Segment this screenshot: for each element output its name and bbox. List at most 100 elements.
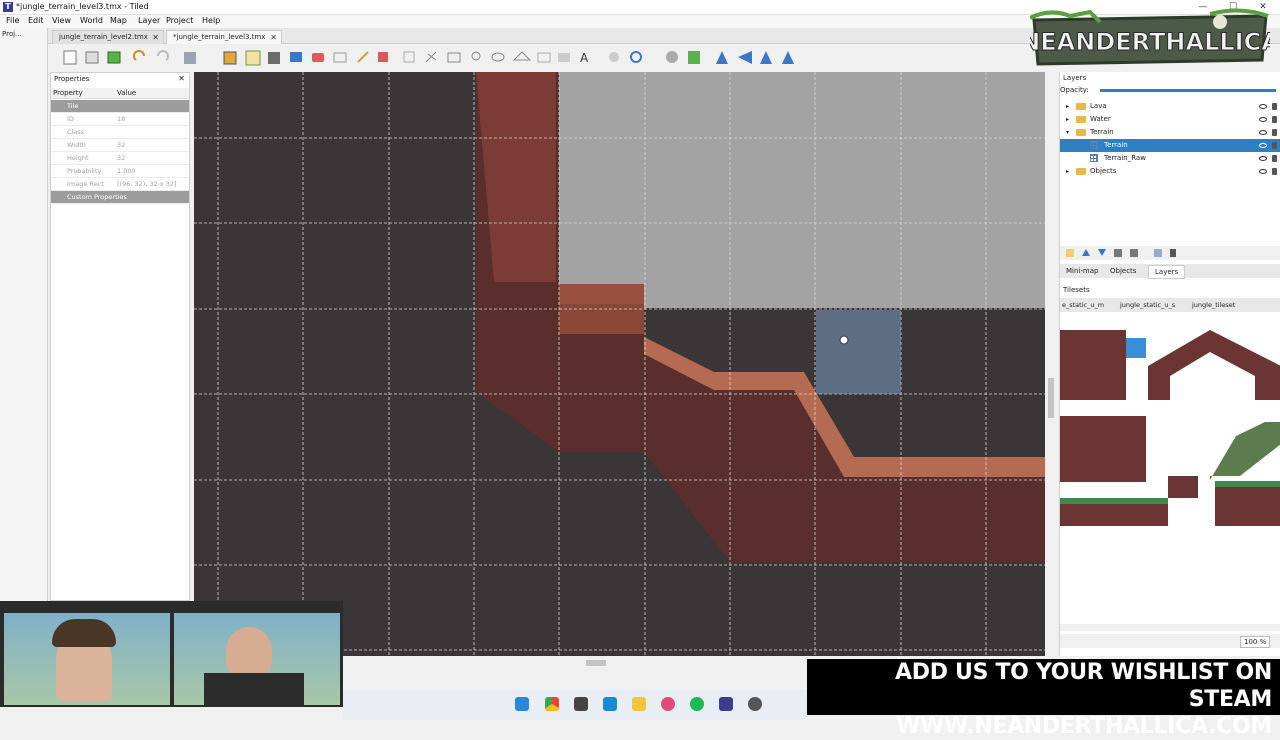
layer-name: Lava <box>1090 102 1107 110</box>
folder-icon <box>1076 129 1086 136</box>
tab-layers[interactable]: Layers <box>1148 265 1186 279</box>
properties-header: Property Value <box>51 88 189 99</box>
eye-icon[interactable] <box>1259 143 1267 148</box>
project-tab[interactable]: Proj... <box>2 30 22 38</box>
slack-icon[interactable] <box>661 697 675 711</box>
steam-banner: ADD US TO YOUR WISHLIST ON STEAM WWW.NEA… <box>807 659 1280 739</box>
banner-line1: ADD US TO YOUR WISHLIST ON STEAM <box>895 660 1272 712</box>
lock-icon[interactable] <box>1272 142 1277 149</box>
svg-text:NEANDERTHALLICA: NEANDERTHALLICA <box>1030 28 1270 56</box>
menu-view[interactable]: View <box>52 16 71 25</box>
layer-row-terrain-raw[interactable]: Terrain_Raw <box>1060 152 1280 165</box>
tileset-hscroll[interactable] <box>1060 624 1280 631</box>
window-title: *jungle_terrain_level3.tmx - Tiled <box>16 2 149 11</box>
tile-layer-icon <box>1090 141 1098 149</box>
tiled-taskbar-icon[interactable] <box>719 697 733 711</box>
tilesets-title: Tilesets <box>1063 286 1090 294</box>
prop-row: Class <box>51 126 189 139</box>
spotify-icon[interactable] <box>690 697 704 711</box>
eye-icon[interactable] <box>1259 130 1267 135</box>
webcam-right <box>174 613 340 705</box>
banner-line2: WWW.NEANDERTHALLICA.COM <box>896 714 1272 739</box>
tab-level2[interactable]: jungle_terrain_level2.tmx ✕ <box>52 30 164 44</box>
col-property: Property <box>53 89 83 97</box>
layer-row-water[interactable]: ▸ Water <box>1060 113 1280 126</box>
file-explorer-icon[interactable] <box>632 697 646 711</box>
layer-row-lava[interactable]: ▸ Lava <box>1060 100 1280 113</box>
tileset-tab[interactable]: e_static_u_m <box>1062 301 1104 309</box>
vertical-scrollbar[interactable] <box>1046 72 1056 656</box>
main-toolbar: A <box>48 46 1056 70</box>
neanderthallica-logo: NEANDERTHALLICA <box>1020 8 1280 70</box>
scroll-thumb[interactable] <box>1048 378 1054 418</box>
col-value: Value <box>117 89 137 97</box>
tileset-tab[interactable]: jungle_static_u_s <box>1120 301 1175 309</box>
skype-icon[interactable] <box>603 697 617 711</box>
layer-row-terrain[interactable]: Terrain <box>1060 139 1280 152</box>
menu-help[interactable]: Help <box>202 16 220 25</box>
layer-actions <box>1060 246 1280 260</box>
tileset-tabs: e_static_u_m jungle_static_u_s jungle_ti… <box>1060 298 1280 312</box>
menu-world[interactable]: World <box>80 16 103 25</box>
tileset-toolbar: 100 % <box>1060 634 1280 648</box>
project-panel <box>0 28 48 601</box>
windows-start-icon[interactable] <box>515 697 529 711</box>
lock-icon[interactable] <box>1272 168 1277 175</box>
tileset-tab[interactable]: jungle_tileset <box>1192 301 1235 309</box>
layer-name: Objects <box>1090 167 1117 175</box>
layers-panel: Layers Opacity: ▸ Lava ▸ Water ▾ Terrain… <box>1059 72 1280 292</box>
tab-label: *jungle_terrain_level3.tmx <box>173 33 266 41</box>
eye-icon[interactable] <box>1259 156 1267 161</box>
menu-layer[interactable]: Layer <box>138 16 160 25</box>
tab-label: jungle_terrain_level2.tmx <box>59 33 148 41</box>
properties-title: Properties <box>54 75 90 83</box>
folder-icon <box>1076 116 1086 123</box>
menu-file[interactable]: File <box>6 16 19 25</box>
tab-minimap[interactable]: Mini-map <box>1066 267 1098 275</box>
group-tile[interactable]: Tile <box>51 100 189 113</box>
prop-row: ID 18 <box>51 113 189 126</box>
taskbar <box>343 689 807 720</box>
layer-name: Terrain <box>1104 141 1128 149</box>
menu-map[interactable]: Map <box>110 16 127 25</box>
toolbar-icons: A <box>63 50 794 66</box>
layer-row-terrain-group[interactable]: ▾ Terrain <box>1060 126 1280 139</box>
chrome-icon[interactable] <box>545 697 559 711</box>
eye-icon[interactable] <box>1259 117 1267 122</box>
group-label: Tile <box>67 102 79 110</box>
map-canvas[interactable] <box>194 72 1045 656</box>
tile-layer-icon <box>1090 154 1098 162</box>
unity-icon[interactable] <box>574 697 588 711</box>
svg-text:A: A <box>580 51 589 65</box>
tileset-preview[interactable] <box>1060 326 1280 536</box>
eye-icon[interactable] <box>1259 104 1267 109</box>
opacity-slider[interactable] <box>1100 89 1276 92</box>
tab-objects[interactable]: Objects <box>1110 267 1136 275</box>
webcam-overlay <box>0 601 343 707</box>
group-custom-properties[interactable]: Custom Properties <box>51 191 189 204</box>
prop-row: Image Rect [(96, 32), 32 x 32] <box>51 178 189 191</box>
obs-icon[interactable] <box>748 697 762 711</box>
close-icon[interactable]: ✕ <box>178 74 185 83</box>
eye-icon[interactable] <box>1259 169 1267 174</box>
tab-level3[interactable]: *jungle_terrain_level3.tmx ✕ <box>166 30 282 44</box>
layer-name: Terrain_Raw <box>1104 154 1146 162</box>
hair <box>52 619 116 647</box>
lock-icon[interactable] <box>1272 116 1277 123</box>
layer-row-objects[interactable]: ▸ Objects <box>1060 165 1280 178</box>
menu-edit[interactable]: Edit <box>28 16 44 25</box>
lock-icon[interactable] <box>1272 103 1277 110</box>
close-icon[interactable]: ✕ <box>270 31 277 44</box>
close-icon[interactable]: ✕ <box>152 31 159 44</box>
folder-icon <box>1076 168 1086 175</box>
menu-project[interactable]: Project <box>166 16 193 25</box>
layer-name: Water <box>1090 115 1111 123</box>
panel-tabs: Mini-map Objects Layers <box>1060 264 1280 279</box>
scroll-thumb[interactable] <box>586 660 606 666</box>
lock-icon[interactable] <box>1272 129 1277 136</box>
properties-panel: Properties ✕ Property Value Tile ID 18 Cl… <box>50 72 190 601</box>
zoom-select[interactable]: 100 % <box>1240 636 1271 648</box>
prop-row: Height 32 <box>51 152 189 165</box>
prop-row: Probability 1.000 <box>51 165 189 178</box>
lock-icon[interactable] <box>1272 155 1277 162</box>
